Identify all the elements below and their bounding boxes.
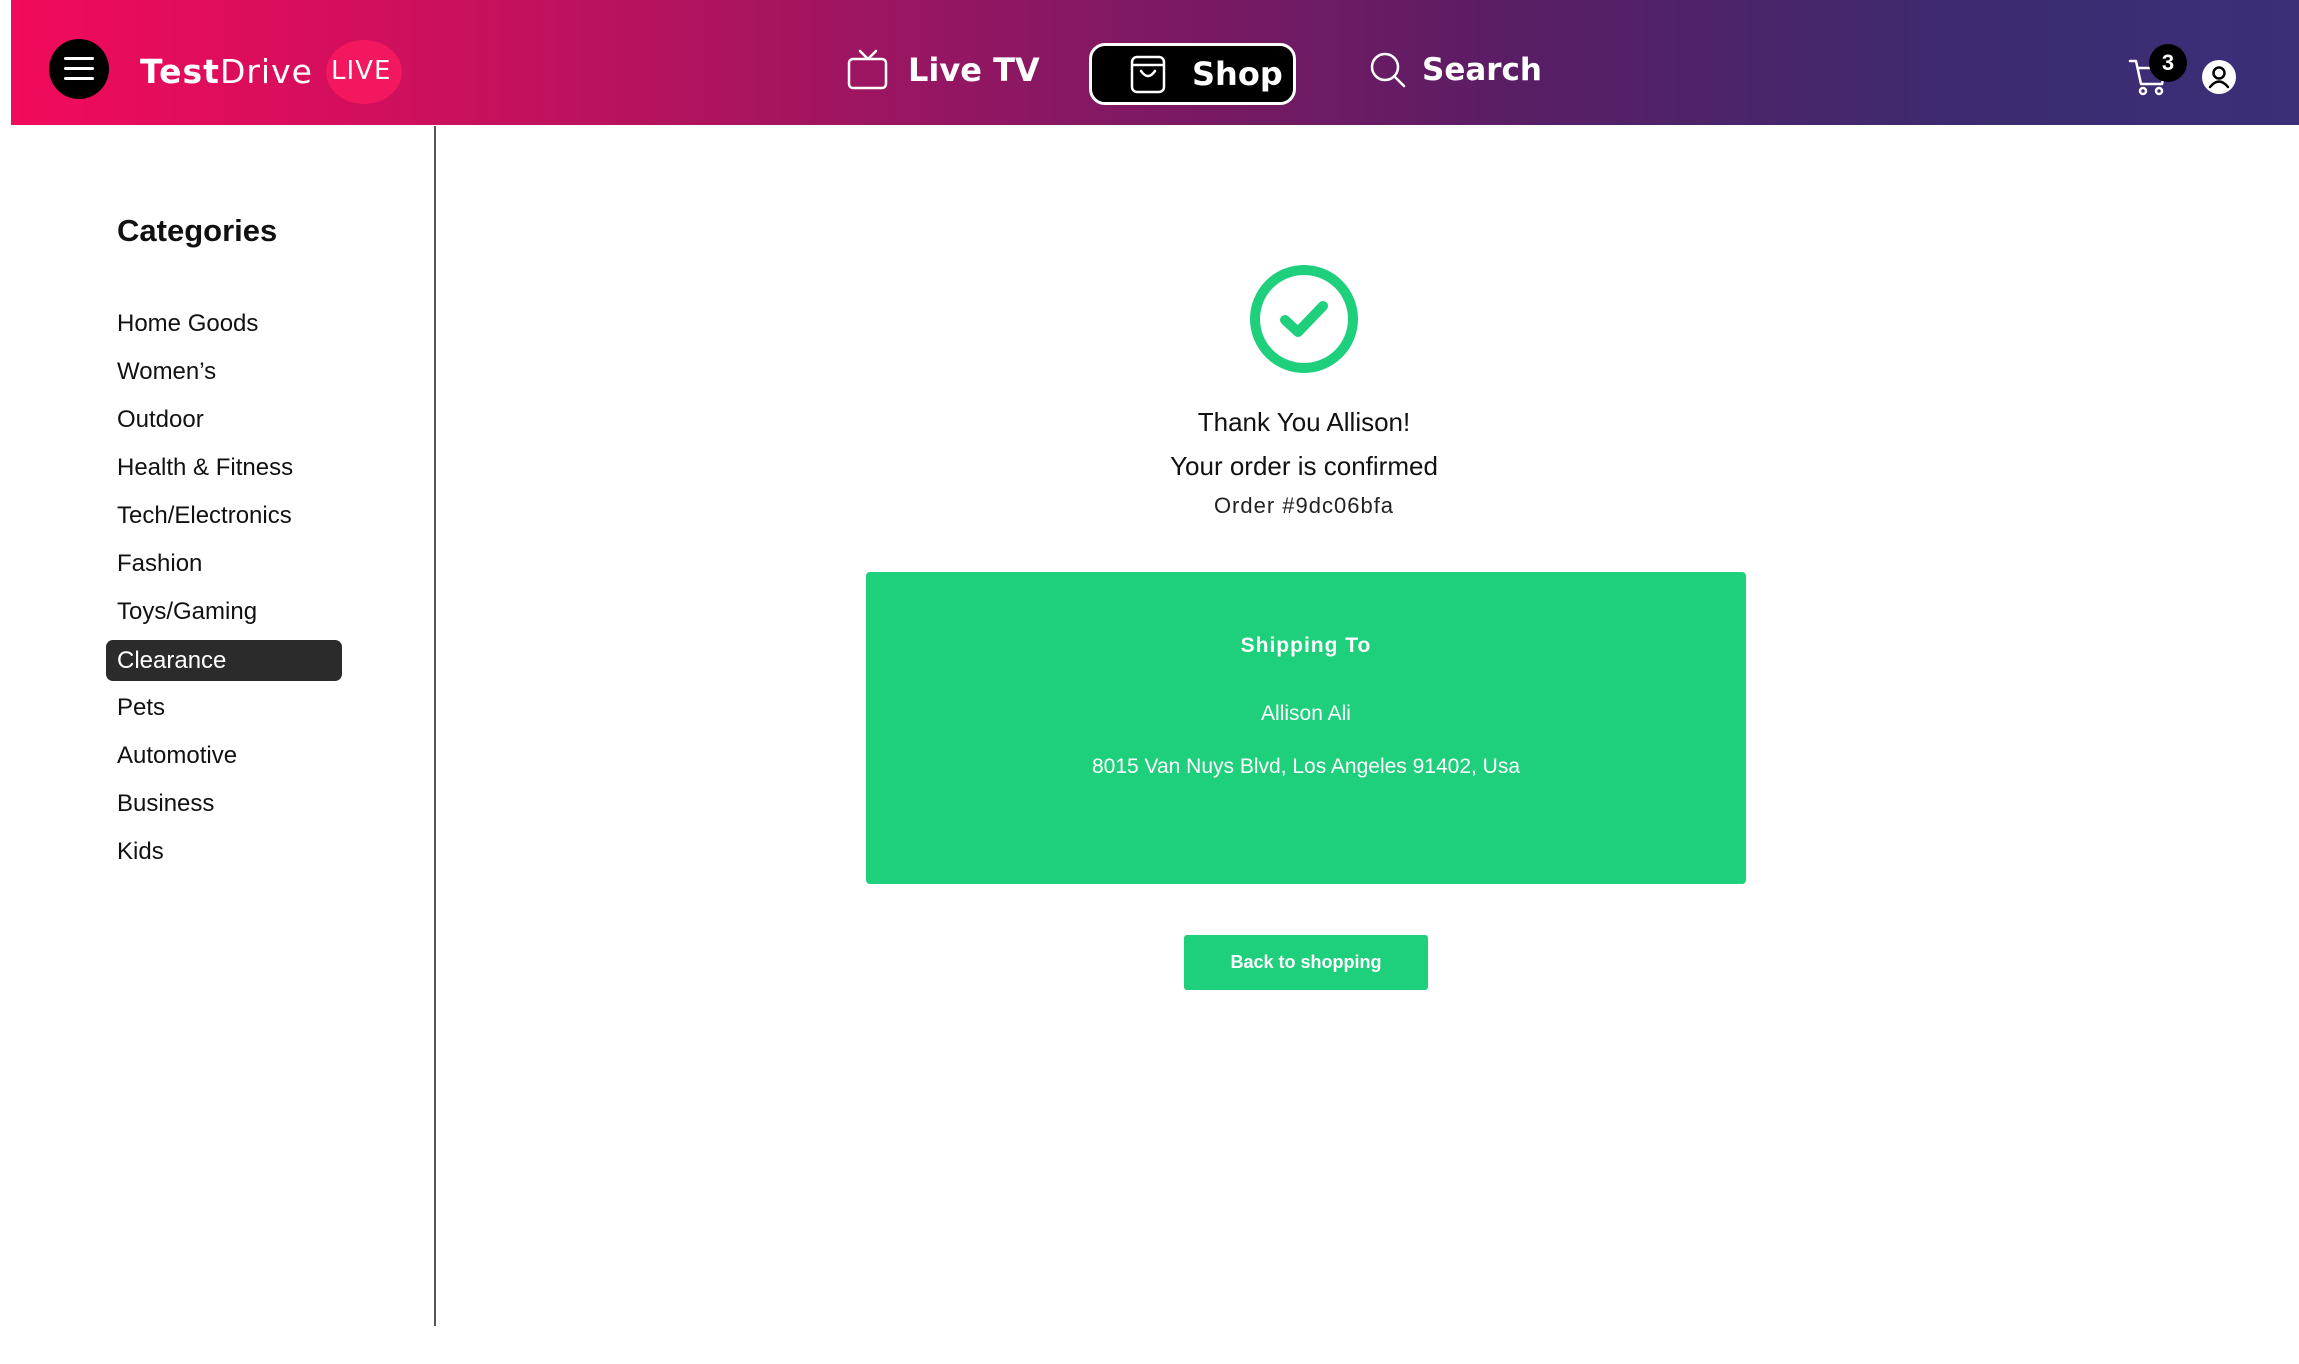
category-kids[interactable]: Kids [106,828,342,876]
check-circle-icon [1250,265,1358,373]
category-list: Home Goods Women’s Outdoor Health & Fitn… [106,300,342,876]
nav-live-tv-label: Live TV [908,51,1040,89]
brand-name-bold: Test [140,52,220,91]
category-business[interactable]: Business [106,780,342,828]
live-badge-label: LIVE [331,56,392,86]
category-outdoor[interactable]: Outdoor [106,396,342,444]
thank-you-message: Thank You Allison! [1197,407,1411,437]
tv-icon [847,49,888,90]
shipping-info-card: Shipping To Allison Ali 8015 Van Nuys Bl… [866,572,1746,884]
nav-shop-label: Shop [1192,55,1283,93]
shipping-address: 8015 Van Nuys Blvd, Los Angeles 91402, U… [1091,755,1521,778]
nav-live-tv[interactable]: Live TV [846,46,1040,94]
nav-search[interactable]: Search [1368,46,1542,94]
category-home-goods[interactable]: Home Goods [106,300,342,348]
order-confirmed-message: Your order is confirmed [1170,451,1438,481]
back-to-shopping-button[interactable]: Back to shopping [1184,935,1428,990]
category-health-fitness[interactable]: Health & Fitness [106,444,342,492]
hamburger-menu-icon[interactable] [49,39,109,99]
shipping-title: Shipping To [1240,634,1372,657]
search-icon [1370,52,1406,88]
shopping-bag-icon [1130,55,1166,94]
nav-search-label: Search [1422,52,1543,88]
category-clearance[interactable]: Clearance [106,640,342,681]
cart-count-badge[interactable]: 3 [2149,44,2187,82]
category-tech-electronics[interactable]: Tech/Electronics [106,492,342,540]
order-number: Order #9dc06bfa [1213,493,1395,518]
brand-name-regular: Drive [219,52,313,91]
sidebar-divider [434,126,436,1326]
category-toys-gaming[interactable]: Toys/Gaming [106,588,342,636]
page: TestDrive LIVE Live TV Shop Search 3 Cat… [0,0,2299,1364]
user-icon[interactable] [2201,59,2237,95]
shipping-name: Allison Ali [1261,702,1351,725]
category-womens[interactable]: Women’s [106,348,342,396]
category-pets[interactable]: Pets [106,684,342,732]
category-automotive[interactable]: Automotive [106,732,342,780]
nav-shop[interactable]: Shop [1089,43,1296,105]
category-fashion[interactable]: Fashion [106,540,342,588]
top-header: TestDrive LIVE Live TV Shop Search 3 [11,0,2299,125]
categories-heading: Categories [117,213,278,248]
